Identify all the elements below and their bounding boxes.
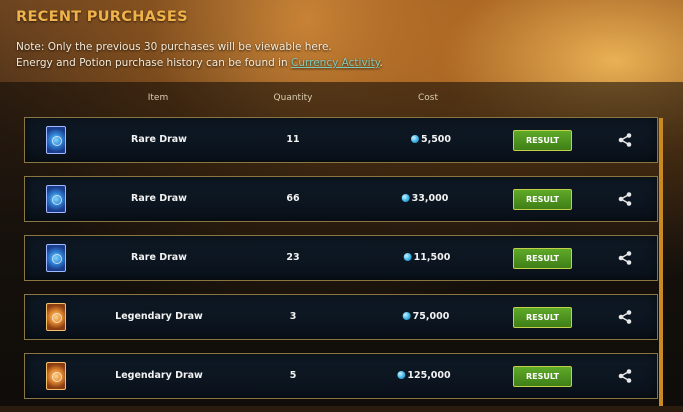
cost-value: 125,000 <box>407 370 451 381</box>
share-icon[interactable] <box>617 250 633 266</box>
column-header-quantity: Quantity <box>273 93 313 103</box>
column-header-item: Item <box>147 93 169 103</box>
gem-icon <box>397 370 406 379</box>
rare-draw-card-icon <box>46 244 66 272</box>
item-quantity: 66 <box>286 193 300 204</box>
item-name: Legendary Draw <box>115 311 203 322</box>
currency-activity-link[interactable]: Currency Activity <box>291 57 379 69</box>
result-button[interactable]: RESULT <box>513 248 572 269</box>
gem-icon <box>410 134 419 143</box>
result-button[interactable]: RESULT <box>513 130 572 151</box>
item-name: Rare Draw <box>131 252 187 263</box>
gem-icon <box>403 252 412 261</box>
item-cost: 5,500 <box>410 118 452 162</box>
result-button[interactable]: RESULT <box>513 189 572 210</box>
item-quantity: 3 <box>289 311 297 322</box>
item-quantity: 23 <box>286 252 300 263</box>
gem-icon <box>402 311 411 320</box>
item-cost: 75,000 <box>402 295 450 339</box>
item-quantity: 11 <box>286 134 300 145</box>
gem-icon <box>401 193 410 202</box>
rare-draw-card-icon <box>46 185 66 213</box>
share-icon[interactable] <box>617 309 633 325</box>
purchase-row: Rare Draw 23 11,500 RESULT <box>24 235 658 281</box>
item-cost: 125,000 <box>397 354 451 398</box>
purchase-row: Legendary Draw 5 125,000 RESULT <box>24 353 658 399</box>
purchase-row: Rare Draw 11 5,500 RESULT <box>24 117 658 163</box>
purchase-list: Rare Draw 11 5,500 RESULT Rare Draw 66 3… <box>24 117 658 412</box>
item-quantity: 5 <box>289 370 297 381</box>
result-button[interactable]: RESULT <box>513 307 572 328</box>
rare-draw-card-icon <box>46 126 66 154</box>
legendary-draw-card-icon <box>46 303 66 331</box>
item-cost: 33,000 <box>401 177 449 221</box>
result-button[interactable]: RESULT <box>513 366 572 387</box>
note-line-2-end: . <box>379 57 383 69</box>
item-name: Rare Draw <box>131 193 187 204</box>
item-name: Rare Draw <box>131 134 187 145</box>
share-icon[interactable] <box>617 191 633 207</box>
legendary-draw-card-icon <box>46 362 66 390</box>
purchase-row: Legendary Draw 3 75,000 RESULT <box>24 294 658 340</box>
item-cost: 11,500 <box>403 236 451 280</box>
share-icon[interactable] <box>617 368 633 384</box>
share-icon[interactable] <box>617 132 633 148</box>
scrollbar[interactable] <box>659 118 663 406</box>
note-line-2-text: Energy and Potion purchase history can b… <box>16 57 292 69</box>
purchase-row: Rare Draw 66 33,000 RESULT <box>24 176 658 222</box>
item-name: Legendary Draw <box>115 370 203 381</box>
cost-value: 5,500 <box>420 134 452 145</box>
note-line-2: Energy and Potion purchase history can b… <box>16 55 383 71</box>
recent-purchases-panel: RECENT PURCHASES Note: Only the previous… <box>0 0 683 406</box>
cost-value: 11,500 <box>413 252 451 263</box>
column-header-cost: Cost <box>417 93 439 103</box>
purchase-note: Note: Only the previous 30 purchases wil… <box>16 39 383 71</box>
cost-value: 75,000 <box>412 311 450 322</box>
note-line-1: Note: Only the previous 30 purchases wil… <box>16 41 332 53</box>
cost-value: 33,000 <box>411 193 449 204</box>
page-title: RECENT PURCHASES <box>16 9 188 25</box>
